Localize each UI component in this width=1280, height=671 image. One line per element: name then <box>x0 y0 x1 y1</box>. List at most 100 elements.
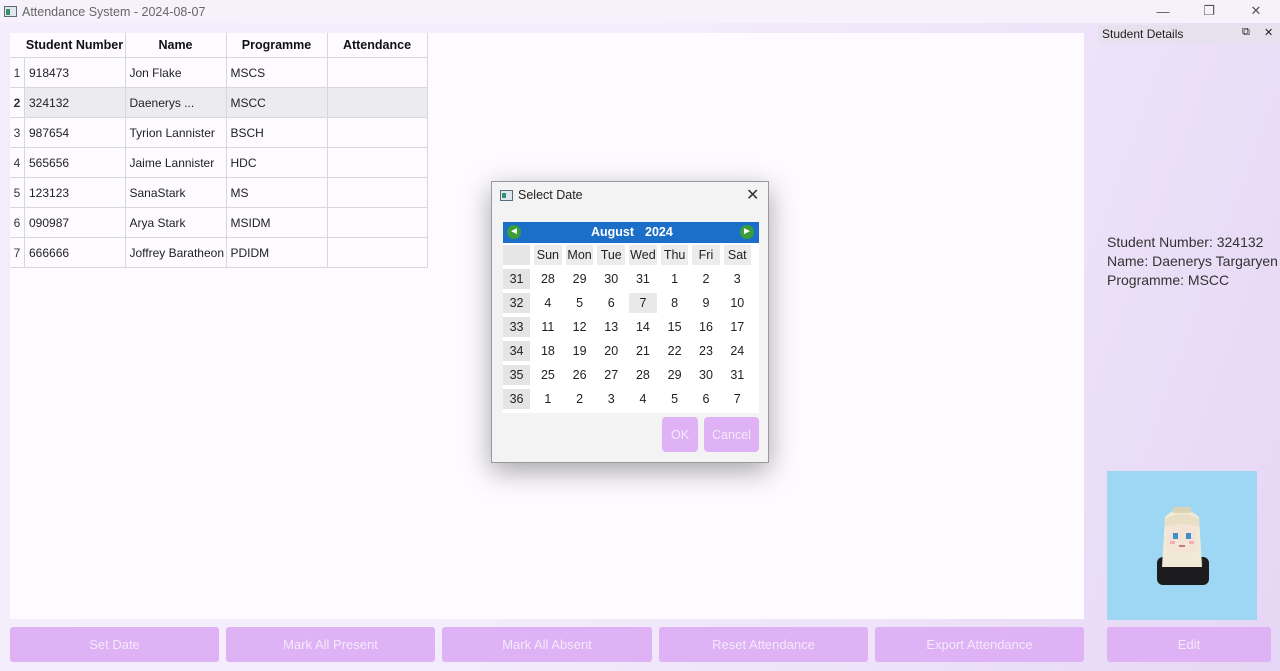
table-row[interactable]: 3 987654 Tyrion Lannister BSCH <box>10 117 428 148</box>
calendar-day[interactable]: 16 <box>692 317 719 337</box>
restore-button[interactable]: ❐ <box>1186 2 1232 20</box>
table-row[interactable]: 2 324132 Daenerys ... MSCC <box>10 87 428 118</box>
calendar-day[interactable]: 6 <box>692 389 719 409</box>
cell-programme[interactable]: MSIDM <box>225 207 328 238</box>
calendar-day[interactable]: 30 <box>692 365 719 385</box>
calendar-day[interactable]: 31 <box>724 365 751 385</box>
cell-name[interactable]: Jaime Lannister <box>124 147 227 178</box>
month-selector[interactable]: August <box>591 225 634 239</box>
cell-name[interactable]: Joffrey Baratheon <box>124 237 227 268</box>
cell-student-number[interactable]: 918473 <box>24 57 126 88</box>
cell-student-number[interactable]: 987654 <box>24 117 126 148</box>
column-header-student-number[interactable]: Student Number <box>24 33 126 58</box>
cell-programme[interactable]: MSCS <box>225 57 328 88</box>
dialog-close-icon[interactable]: ✕ <box>746 185 759 205</box>
column-header-programme[interactable]: Programme <box>226 33 328 58</box>
edit-button[interactable]: Edit <box>1107 627 1271 662</box>
cell-name[interactable]: Daenerys ... <box>124 87 227 118</box>
ok-button[interactable]: OK <box>662 417 698 452</box>
calendar-day[interactable]: 20 <box>597 341 625 361</box>
cell-student-number[interactable]: 324132 <box>24 87 126 118</box>
calendar-day[interactable]: 28 <box>534 269 562 289</box>
calendar-day[interactable]: 21 <box>629 341 657 361</box>
calendar-day[interactable]: 5 <box>566 293 594 313</box>
cell-name[interactable]: Tyrion Lannister <box>124 117 227 148</box>
calendar-day[interactable]: 29 <box>566 269 594 289</box>
calendar-day[interactable]: 2 <box>566 389 594 409</box>
cell-student-number[interactable]: 123123 <box>24 177 126 208</box>
set-date-button[interactable]: Set Date <box>10 627 219 662</box>
calendar-day[interactable]: 23 <box>692 341 719 361</box>
calendar-day[interactable]: 11 <box>534 317 562 337</box>
calendar-day[interactable]: 24 <box>724 341 751 361</box>
cell-name[interactable]: Jon Flake <box>124 57 227 88</box>
calendar-day[interactable]: 8 <box>661 293 689 313</box>
dock-float-icon[interactable]: ⧉ <box>1242 26 1250 39</box>
cell-attendance[interactable] <box>326 57 428 88</box>
calendar-day[interactable]: 5 <box>661 389 689 409</box>
cell-attendance[interactable] <box>326 177 428 208</box>
dock-close-icon[interactable]: ✕ <box>1264 26 1273 39</box>
export-attendance-button[interactable]: Export Attendance <box>875 627 1084 662</box>
cell-attendance[interactable] <box>326 207 428 238</box>
calendar-day[interactable]: 17 <box>724 317 751 337</box>
calendar-day[interactable]: 13 <box>597 317 625 337</box>
calendar-day[interactable]: 12 <box>566 317 594 337</box>
cell-programme[interactable]: MSCC <box>225 87 328 118</box>
cancel-button[interactable]: Cancel <box>704 417 759 452</box>
cell-attendance[interactable] <box>326 237 428 268</box>
table-row[interactable]: 4 565656 Jaime Lannister HDC <box>10 147 428 178</box>
student-photo <box>1107 471 1257 620</box>
calendar-day[interactable]: 22 <box>661 341 689 361</box>
cell-programme[interactable]: BSCH <box>225 117 328 148</box>
calendar-day[interactable]: 6 <box>597 293 625 313</box>
previous-month-icon[interactable]: ◄ <box>507 225 521 239</box>
close-button[interactable]: ✕ <box>1233 2 1279 20</box>
calendar-day[interactable]: 9 <box>692 293 719 313</box>
cell-attendance[interactable] <box>326 147 428 178</box>
cell-student-number[interactable]: 565656 <box>24 147 126 178</box>
calendar-day[interactable]: 1 <box>534 389 562 409</box>
table-row[interactable]: 6 090987 Arya Stark MSIDM <box>10 207 428 238</box>
cell-attendance[interactable] <box>326 87 428 118</box>
calendar-day[interactable]: 14 <box>629 317 657 337</box>
calendar-day[interactable]: 1 <box>661 269 689 289</box>
column-header-attendance[interactable]: Attendance <box>327 33 428 58</box>
cell-name[interactable]: Arya Stark <box>124 207 227 238</box>
calendar-day[interactable]: 28 <box>629 365 657 385</box>
calendar-day[interactable]: 4 <box>534 293 562 313</box>
calendar-day[interactable]: 31 <box>629 269 657 289</box>
calendar-day[interactable]: 7 <box>724 389 751 409</box>
minimize-button[interactable]: — <box>1140 2 1186 20</box>
year-selector[interactable]: 2024 <box>645 225 673 239</box>
table-row[interactable]: 5 123123 SanaStark MS <box>10 177 428 208</box>
cell-student-number[interactable]: 090987 <box>24 207 126 238</box>
cell-student-number[interactable]: 666666 <box>24 237 126 268</box>
calendar-day[interactable]: 29 <box>661 365 689 385</box>
calendar-day[interactable]: 10 <box>724 293 751 313</box>
calendar-day[interactable]: 19 <box>566 341 594 361</box>
calendar-day[interactable]: 4 <box>629 389 657 409</box>
table-row[interactable]: 7 666666 Joffrey Baratheon PDIDM <box>10 237 428 268</box>
cell-name[interactable]: SanaStark <box>124 177 227 208</box>
reset-attendance-button[interactable]: Reset Attendance <box>659 627 868 662</box>
cell-programme[interactable]: PDIDM <box>225 237 328 268</box>
calendar-day[interactable]: 27 <box>597 365 625 385</box>
calendar-day[interactable]: 25 <box>534 365 562 385</box>
calendar-day[interactable]: 18 <box>534 341 562 361</box>
calendar-day[interactable]: 15 <box>661 317 689 337</box>
cell-programme[interactable]: HDC <box>225 147 328 178</box>
calendar-day[interactable]: 2 <box>692 269 719 289</box>
mark-all-absent-button[interactable]: Mark All Absent <box>442 627 652 662</box>
calendar-day-selected[interactable]: 7 <box>629 293 657 313</box>
next-month-icon[interactable]: ► <box>740 225 754 239</box>
table-row[interactable]: 1 918473 Jon Flake MSCS <box>10 57 428 88</box>
calendar-day[interactable]: 3 <box>724 269 751 289</box>
mark-all-present-button[interactable]: Mark All Present <box>226 627 435 662</box>
cell-programme[interactable]: MS <box>225 177 328 208</box>
calendar-day[interactable]: 30 <box>597 269 625 289</box>
calendar-day[interactable]: 3 <box>597 389 625 409</box>
calendar-day[interactable]: 26 <box>566 365 594 385</box>
cell-attendance[interactable] <box>326 117 428 148</box>
column-header-name[interactable]: Name <box>125 33 227 58</box>
